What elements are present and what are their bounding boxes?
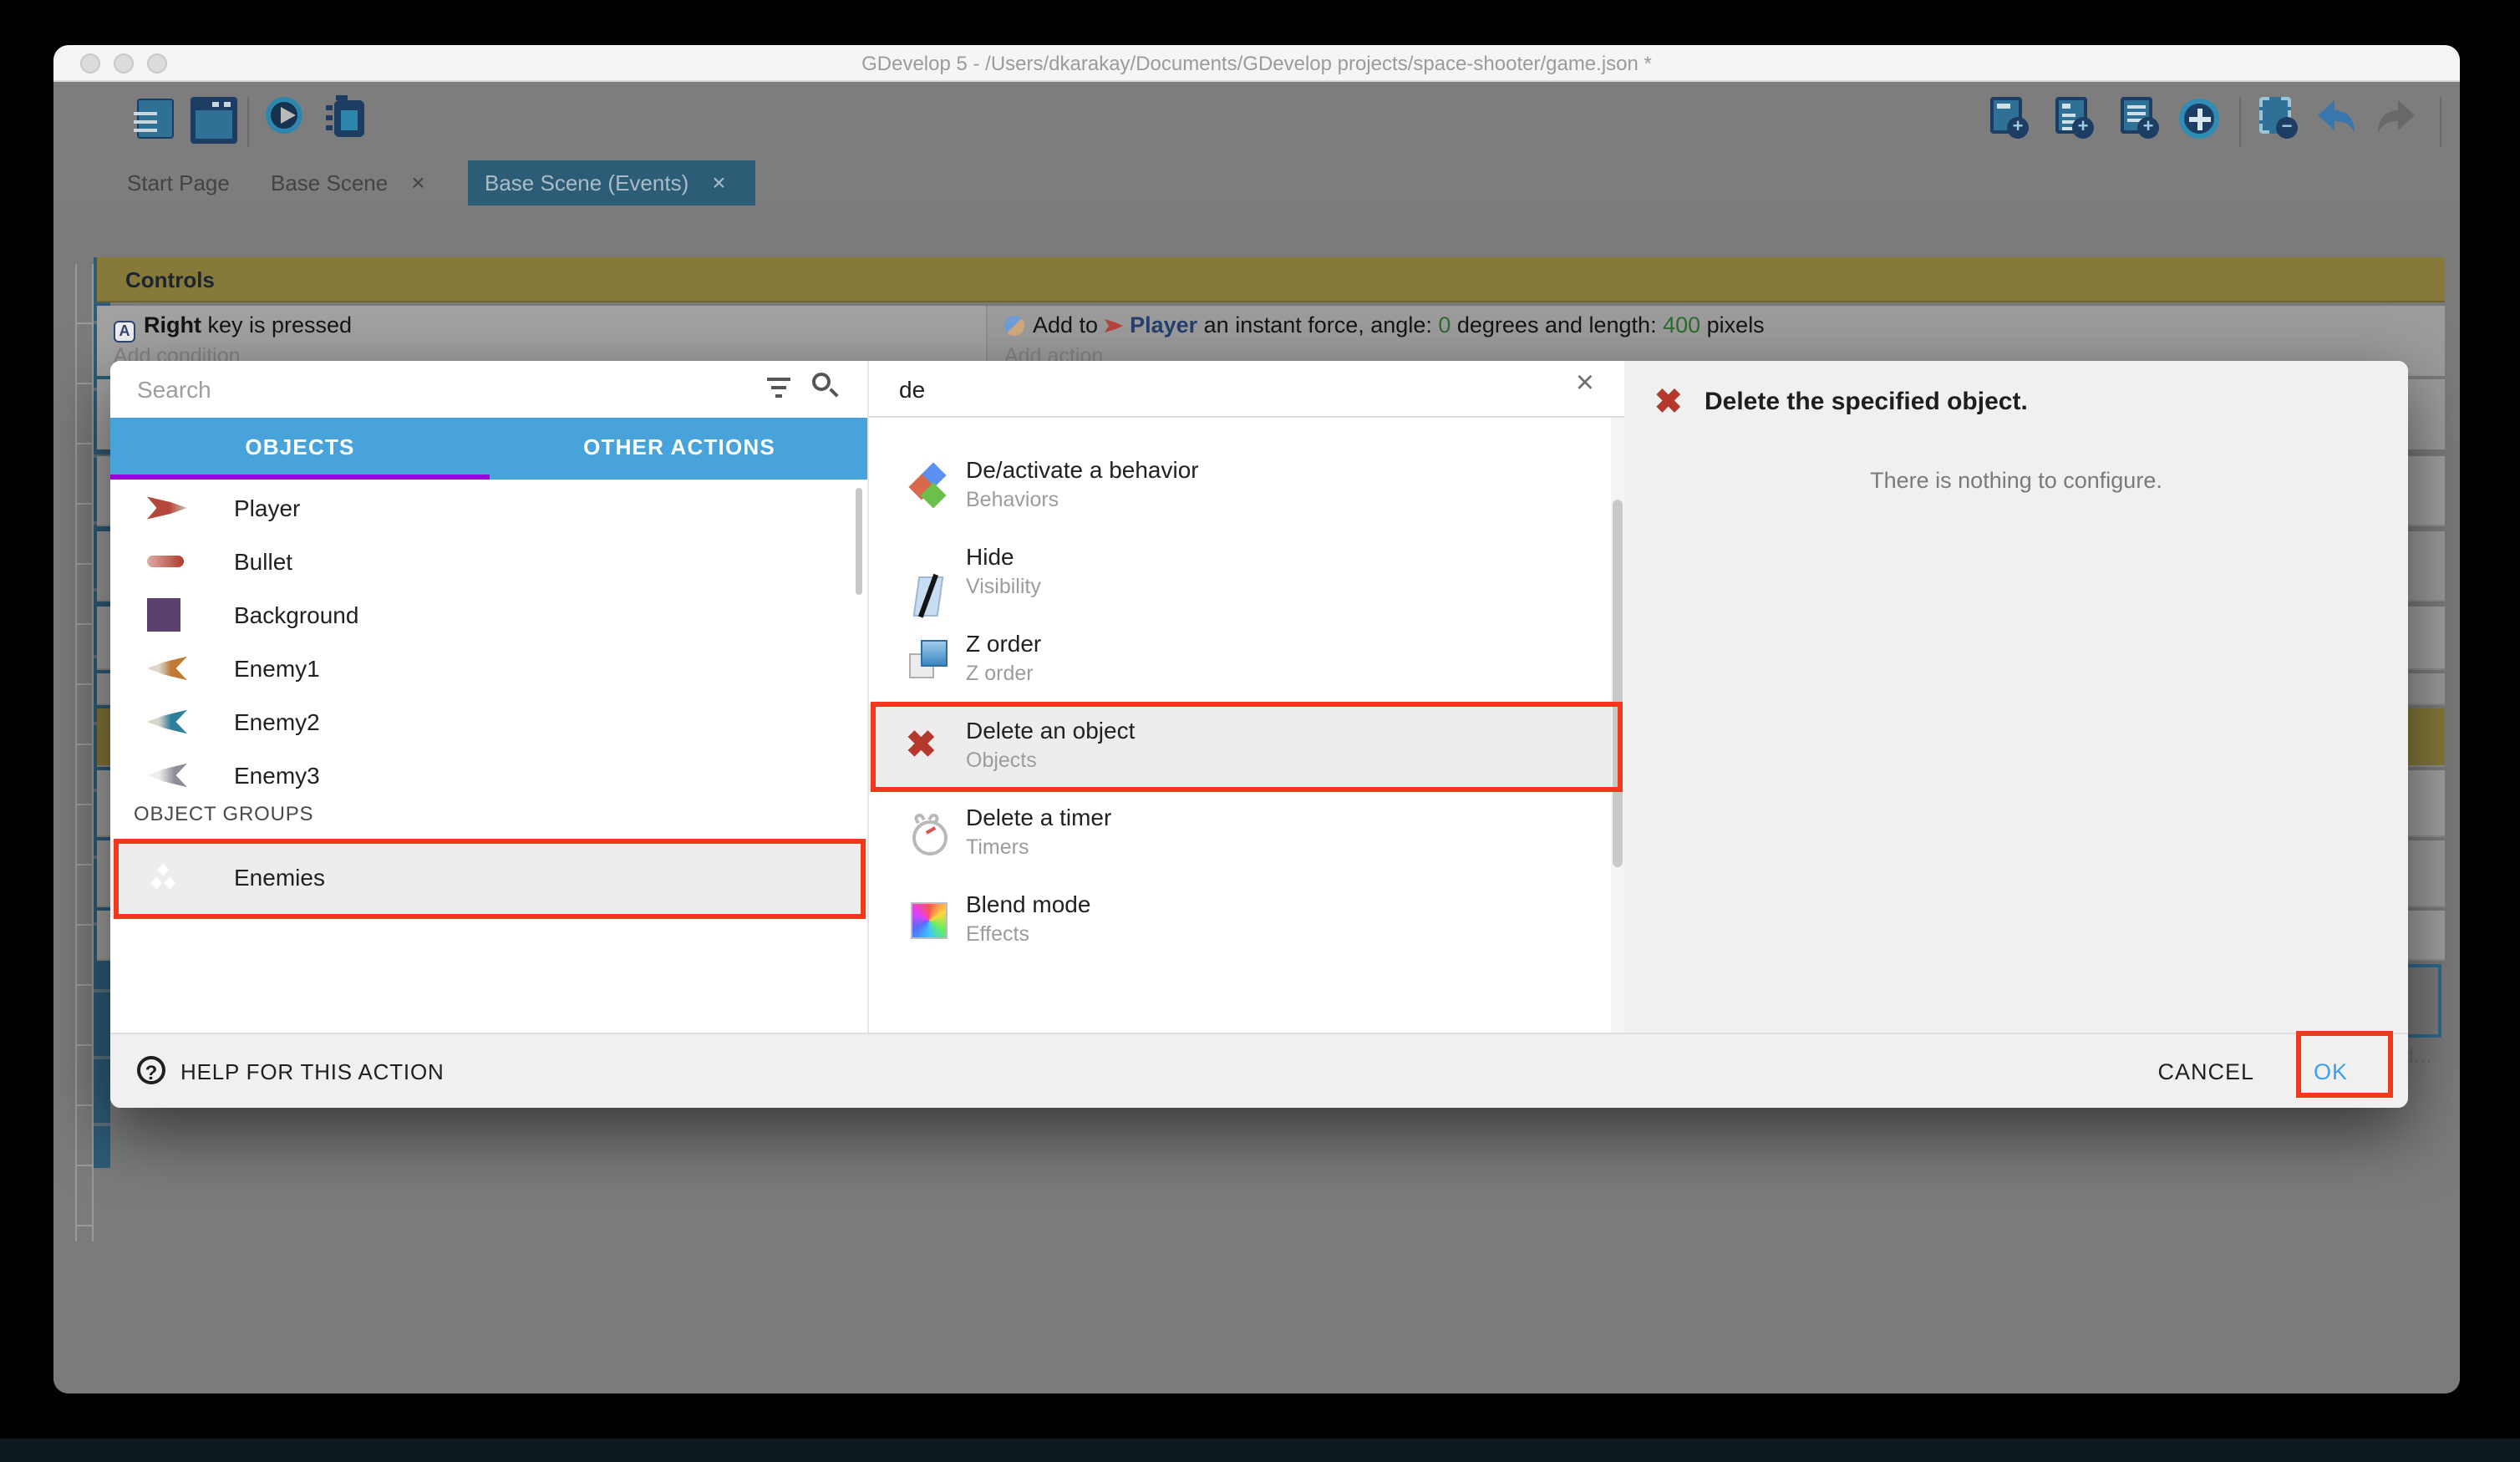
background-icon (147, 598, 180, 632)
enemy2-icon (147, 708, 187, 736)
actions-panel: × De/activate a behavior Behaviors Hide … (869, 361, 1624, 1033)
scene-editor-icon[interactable] (191, 97, 237, 144)
dialog-footer: ? HELP FOR THIS ACTION CANCEL OK (110, 1033, 2408, 1108)
bullet-icon (147, 556, 184, 567)
undo-icon[interactable] (2316, 99, 2356, 144)
action-search-input[interactable] (896, 369, 1531, 409)
delete-event-icon[interactable]: − (2259, 97, 2291, 134)
active-tab-underline (110, 475, 490, 480)
list-item-bullet[interactable]: Bullet (110, 535, 869, 588)
behaviors-icon (906, 463, 953, 510)
tab-other-actions[interactable]: OTHER ACTIONS (490, 418, 869, 475)
action-item-blend-mode[interactable]: Blend mode Effects (869, 877, 1611, 964)
object-groups-header: OBJECT GROUPS (134, 802, 313, 825)
object-search-input[interactable] (134, 369, 752, 409)
window-title: GDevelop 5 - /Users/dkarakay/Documents/G… (53, 45, 2460, 82)
screenshot: GDevelop 5 - /Users/dkarakay/Documents/G… (0, 0, 2520, 1462)
z-order-icon (906, 637, 953, 683)
preview-play-icon[interactable] (266, 97, 302, 134)
list-item-background[interactable]: Background (110, 588, 869, 642)
tab-objects[interactable]: OBJECTS (110, 418, 490, 475)
add-circle-icon[interactable] (2179, 99, 2219, 139)
annotation-box-ok (2296, 1031, 2393, 1098)
action-item-delete-timer[interactable]: Delete a timer Timers (869, 790, 1611, 877)
action-search-row: × (869, 361, 1624, 418)
add-subevent-icon[interactable]: + (2055, 97, 2087, 134)
titlebar: GDevelop 5 - /Users/dkarakay/Documents/G… (53, 45, 2460, 82)
add-comment-icon[interactable]: + (2121, 97, 2152, 134)
player-object-icon (1105, 317, 1123, 334)
list-item-enemy2[interactable]: Enemy2 (110, 695, 869, 749)
action-item-hide[interactable]: Hide Visibility (869, 530, 1611, 617)
redo-icon[interactable] (2376, 99, 2416, 144)
list-item-enemy3[interactable]: Enemy3 (110, 749, 869, 802)
filter-icon[interactable] (765, 376, 792, 399)
tab-base-scene[interactable]: Base Scene× (264, 160, 432, 206)
action-config-panel: ✖ Delete the specified object. There is … (1624, 361, 2408, 1033)
cancel-button[interactable]: CANCEL (2157, 1059, 2254, 1084)
blend-mode-icon (906, 897, 953, 944)
annotation-box-enemies (114, 839, 866, 919)
scrollbar[interactable] (856, 488, 862, 595)
toolbar-divider (2239, 97, 2241, 147)
desktop-edge (0, 1439, 2520, 1462)
objects-panel: OBJECTS OTHER ACTIONS Player Bullet Back… (110, 361, 869, 1033)
force-icon (1004, 316, 1024, 336)
empty-config-text: There is nothing to configure. (1624, 468, 2408, 493)
enemy1-icon (147, 654, 187, 683)
clear-search-icon[interactable]: × (1576, 366, 1594, 403)
event-group-comment[interactable]: Controls (97, 257, 2445, 302)
add-event-icon[interactable]: + (1990, 97, 2022, 134)
timer-icon (906, 810, 953, 857)
debug-icon[interactable] (326, 100, 364, 137)
keyboard-key-icon: A (114, 321, 135, 343)
toolbar: + + + − (53, 82, 2460, 160)
event-grip-column (75, 264, 94, 1241)
instruction-editor-dialog: OBJECTS OTHER ACTIONS Player Bullet Back… (110, 361, 2408, 1108)
help-button[interactable]: HELP FOR THIS ACTION (180, 1059, 445, 1084)
list-item-enemy1[interactable]: Enemy1 (110, 642, 869, 695)
help-icon[interactable]: ? (137, 1056, 165, 1084)
project-manager-icon[interactable] (127, 99, 174, 145)
object-search-row (110, 361, 869, 418)
action-item-z-order[interactable]: Z order Z order (869, 617, 1611, 703)
editor-tabbar: Start Page Base Scene× Base Scene (Event… (53, 160, 2460, 206)
enemy3-icon (147, 761, 187, 789)
player-icon (147, 495, 187, 521)
tab-base-scene-events[interactable]: Base Scene (Events)× (468, 160, 755, 206)
search-icon[interactable] (812, 373, 831, 391)
list-item-player[interactable]: Player (110, 481, 869, 535)
selected-action-title: Delete the specified object. (1705, 388, 2028, 416)
annotation-box-delete-object (871, 702, 1623, 792)
tab-start-page[interactable]: Start Page (120, 160, 236, 206)
toolbar-divider (2440, 97, 2441, 147)
close-tab-icon[interactable]: × (411, 169, 424, 195)
dialog-tabs: OBJECTS OTHER ACTIONS (110, 418, 869, 480)
delete-object-icon: ✖ (1654, 381, 1683, 423)
toolbar-divider (247, 97, 249, 147)
action-item-deactivate-behavior[interactable]: De/activate a behavior Behaviors (869, 443, 1611, 530)
close-tab-icon[interactable]: × (712, 169, 725, 195)
